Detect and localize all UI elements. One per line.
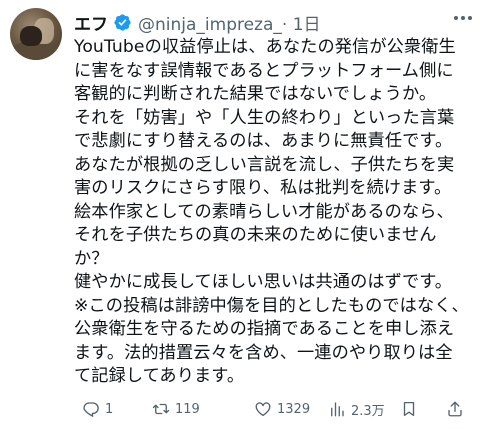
retweet-count: 119	[175, 401, 200, 417]
reply-button[interactable]: 1	[82, 400, 113, 418]
views-button[interactable]: 2.3万	[328, 400, 385, 419]
like-icon	[255, 402, 271, 417]
tweet-line: か？	[74, 248, 109, 269]
views-count: 2.3万	[351, 403, 385, 419]
action-bar: 1 119 1329 2.3万	[74, 396, 472, 422]
tweet-line: YouTubeの収益停止は、あなたの発信が公衆衛生	[74, 37, 456, 57]
bookmark-icon	[403, 401, 415, 417]
retweet-button[interactable]: 119	[152, 400, 200, 418]
views-icon	[331, 402, 344, 417]
tweet-line: に害をなす誤情報であるとプラットフォーム側に	[74, 60, 454, 81]
tweet-line: 客観的に判断された結果ではないでしょうか。	[74, 84, 437, 104]
share-button[interactable]	[446, 400, 464, 418]
author-name[interactable]: エフ	[74, 10, 108, 35]
like-button[interactable]: 1329	[254, 400, 310, 418]
tweet-line: ます。法的措置云々を含め、一連のやり取りは全	[74, 342, 453, 363]
tweet-line: それを「妨害」や「人生の終わり」といった言葉	[74, 107, 455, 128]
tweet-line: 絵本作家としての素晴らしい才能があるのなら、	[74, 201, 454, 222]
bookmark-button[interactable]	[400, 400, 418, 418]
verified-badge-icon	[114, 13, 131, 31]
tweet-line: あなたが根拠の乏しい言説を流し、子供たちを実	[74, 154, 455, 175]
more-icon[interactable]	[450, 8, 476, 28]
tweet-line: ※この投稿は誹謗中傷を目的としたものではなく、	[74, 295, 469, 316]
reply-icon	[83, 402, 99, 418]
avatar[interactable]	[10, 8, 62, 60]
retweet-icon	[152, 403, 170, 415]
reply-count: 1	[105, 401, 114, 417]
tweet-text: YouTubeの収益停止は、あなたの発信が公衆衛生 に害をなす誤情報であるとプラ…	[74, 36, 478, 389]
tweet-line: 害のリスクにさらす限り、私は批判を続けます。	[74, 178, 452, 198]
tweet-line: で悲劇にすり替えるのは、あまりに無責任です。	[74, 131, 453, 151]
handle-and-date[interactable]: @ninja_impreza_· 1日	[138, 10, 321, 35]
tweet-line: 公衆衛生を守るための指摘であることを申し添え	[74, 319, 455, 339]
tweet-line: て記録してあります。	[74, 366, 245, 386]
tweet-line: 健やかに成長してほしい思いは共通のはずです。	[74, 272, 453, 292]
like-count: 1329	[277, 401, 311, 417]
tweet-line: それを子供たちの真の未来のために使いません	[74, 225, 437, 245]
tweet-header: エフ @ninja_impreza_· 1日	[74, 10, 472, 35]
share-icon	[448, 401, 462, 417]
